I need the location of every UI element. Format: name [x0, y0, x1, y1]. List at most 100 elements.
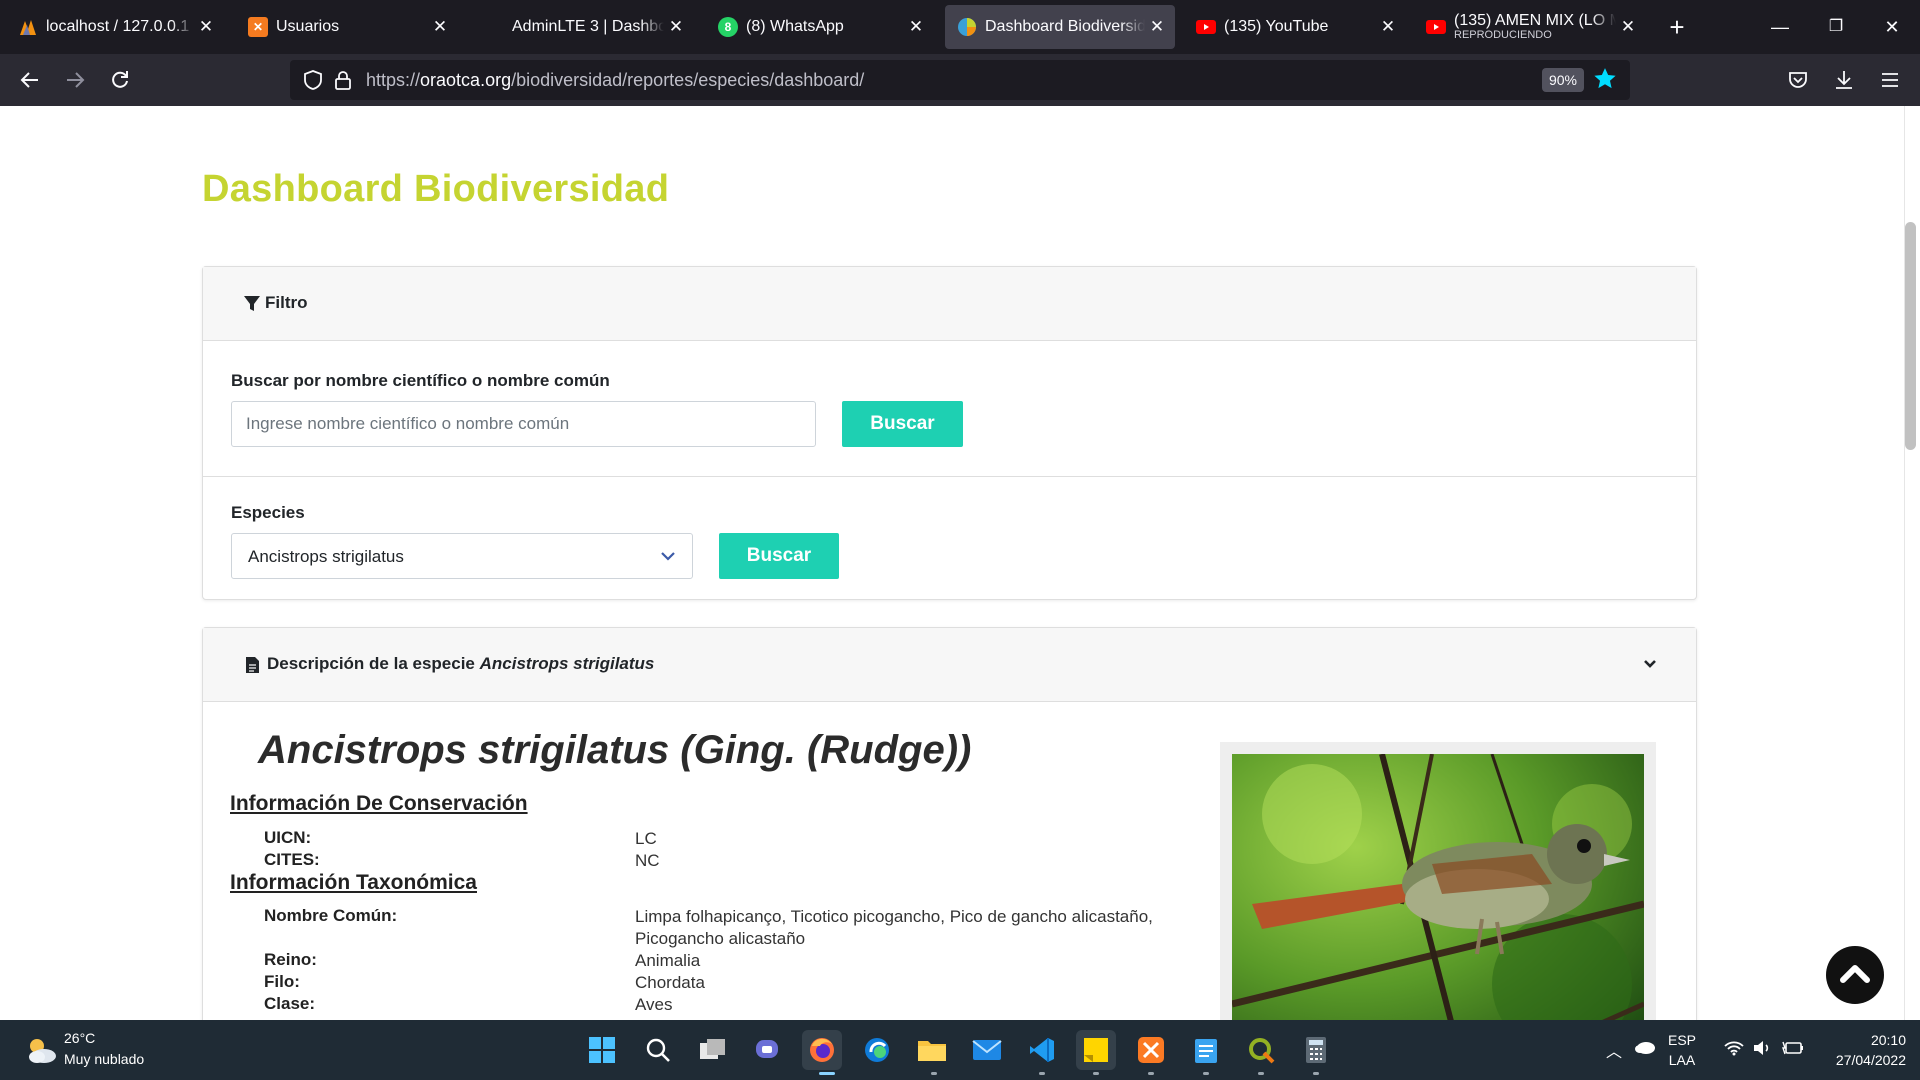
search-label: Buscar por nombre científico o nombre co… [231, 371, 610, 390]
tab-title: Usuarios [276, 18, 340, 35]
page-title: Dashboard Biodiversidad [202, 168, 670, 210]
close-icon[interactable]: ✕ [1376, 17, 1400, 37]
url-scheme: https:// [366, 70, 421, 90]
browser-nav-bar: https://oraotca.org/biodiversidad/report… [0, 54, 1920, 106]
active-indicator [819, 1072, 835, 1075]
calculator-icon[interactable] [1296, 1030, 1336, 1070]
tab-title: Dashboard Biodiversidad [985, 18, 1145, 35]
minimize-icon[interactable]: — [1752, 0, 1808, 54]
filter-icon [243, 295, 261, 313]
restore-icon[interactable]: ❐ [1808, 0, 1864, 54]
battery-charging-icon[interactable] [1782, 1040, 1804, 1059]
taxonomy-value: Chordata [635, 973, 705, 992]
whatsapp-icon: 8 [718, 17, 738, 37]
search-input[interactable]: Ingrese nombre científico o nombre común [231, 401, 816, 447]
pocket-icon[interactable] [1780, 62, 1816, 98]
new-tab-icon[interactable]: + [1660, 10, 1694, 44]
taxonomy-value: Animalia [635, 951, 701, 970]
sticky-notes-icon[interactable] [1076, 1030, 1116, 1070]
close-icon[interactable]: ✕ [1616, 17, 1640, 37]
windows-start-icon[interactable] [582, 1030, 622, 1070]
conservation-value: LC [635, 829, 657, 848]
mail-icon[interactable] [967, 1030, 1007, 1070]
description-header-label: Descripción de la especie Ancistrops str… [267, 654, 654, 674]
tab-youtube[interactable]: (135) YouTube ✕ [1184, 5, 1406, 49]
tracking-protection-shield-icon[interactable] [302, 69, 324, 91]
cloudy-weather-icon[interactable] [24, 1032, 60, 1068]
reload-icon[interactable] [102, 62, 138, 98]
qgis-icon[interactable] [1241, 1030, 1281, 1070]
chevron-down-icon[interactable] [1642, 656, 1658, 677]
weather-description: Muy nublado [64, 1051, 145, 1067]
address-bar[interactable]: https://oraotca.org/biodiversidad/report… [290, 60, 1630, 100]
close-icon[interactable]: ✕ [428, 17, 452, 37]
back-icon[interactable] [12, 62, 48, 98]
tab-dashboard-biodiversidad[interactable]: Dashboard Biodiversidad ✕ [945, 5, 1175, 49]
firefox-icon[interactable] [802, 1030, 842, 1070]
filter-card: Filtro Buscar por nombre científico o no… [202, 266, 1697, 600]
vscode-icon[interactable] [1022, 1030, 1062, 1070]
youtube-icon [1196, 17, 1216, 37]
taxonomy-key: Clase: [264, 994, 316, 1013]
blank-page-icon [484, 17, 504, 37]
scrollbar-thumb[interactable] [1905, 222, 1916, 450]
taxonomy-value: Limpa folhapicanço, Ticotico picogancho,… [635, 907, 1153, 948]
divider [203, 476, 1696, 477]
window-close-icon[interactable]: ✕ [1864, 0, 1920, 54]
running-indicator [1258, 1072, 1264, 1075]
close-icon[interactable]: ✕ [194, 17, 218, 37]
menu-hamburger-icon[interactable] [1872, 62, 1908, 98]
filter-header-label: Filtro [265, 293, 308, 312]
file-explorer-icon[interactable] [912, 1030, 952, 1070]
xampp-icon[interactable] [1131, 1030, 1171, 1070]
tab-usuarios[interactable]: ✕ Usuarios ✕ [236, 5, 458, 49]
species-search-button[interactable]: Buscar [719, 533, 839, 579]
search-icon[interactable] [638, 1030, 678, 1070]
close-icon[interactable]: ✕ [1145, 17, 1169, 37]
tab-title: AdminLTE 3 | Dashboard 2 [512, 18, 664, 35]
species-select[interactable]: Ancistrops strigilatus [231, 533, 693, 579]
tab-playing-label: REPRODUCIENDO [1454, 28, 1552, 41]
page-viewport: Dashboard Biodiversidad Filtro Buscar po… [0, 106, 1904, 1020]
tab-whatsapp[interactable]: 8 (8) WhatsApp ✕ [706, 5, 934, 49]
forward-icon[interactable] [57, 62, 93, 98]
taxonomy-key: Filo: [264, 972, 300, 991]
system-clock[interactable]: 20:10 27/04/2022 [1820, 1030, 1906, 1070]
bookmark-star-icon[interactable] [1592, 66, 1620, 94]
close-icon[interactable]: ✕ [664, 17, 688, 37]
task-view-icon[interactable] [693, 1030, 733, 1070]
filter-card-header: Filtro [203, 267, 1696, 341]
tab-localhost[interactable]: localhost / 127.0.0.1 / inv ✕ [6, 5, 224, 49]
onedrive-cloud-icon[interactable] [1634, 1040, 1656, 1057]
tab-youtube-playing[interactable]: (135) AMEN MIX (LO MEJ REPRODUCIENDO ✕ [1414, 5, 1646, 49]
scroll-to-top-button[interactable] [1826, 946, 1884, 1004]
species-photo [1232, 754, 1644, 1020]
species-select-value: Ancistrops strigilatus [248, 547, 404, 566]
tab-title-group: (135) AMEN MIX (LO MEJ REPRODUCIENDO [1454, 13, 1616, 41]
weather-temperature: 26°C [64, 1030, 96, 1046]
wifi-icon[interactable] [1724, 1040, 1744, 1059]
running-indicator [1148, 1072, 1154, 1075]
close-icon[interactable]: ✕ [904, 17, 928, 37]
downloads-icon[interactable] [1826, 62, 1862, 98]
xampp-icon: ✕ [248, 17, 268, 37]
lock-icon[interactable] [332, 69, 354, 91]
taxonomy-heading: Información Taxonómica [230, 871, 477, 894]
volume-icon[interactable] [1752, 1040, 1772, 1059]
edge-icon[interactable] [857, 1030, 897, 1070]
notepad-icon[interactable] [1186, 1030, 1226, 1070]
zoom-level-badge[interactable]: 90% [1542, 68, 1584, 92]
search-button[interactable]: Buscar [842, 401, 963, 447]
language-indicator[interactable]: ESP LAA [1668, 1030, 1696, 1070]
chevron-up-icon[interactable]: ︿ [1606, 1038, 1622, 1062]
conservation-value: NC [635, 851, 660, 870]
teams-chat-icon[interactable] [748, 1030, 788, 1070]
description-card-header[interactable]: Descripción de la especie Ancistrops str… [203, 628, 1696, 702]
description-header-species: Ancistrops strigilatus [479, 654, 655, 673]
tab-adminlte[interactable]: AdminLTE 3 | Dashboard 2 ✕ [472, 5, 694, 49]
oraotca-logo-icon [957, 17, 977, 37]
species-title: Ancistrops strigilatus (Ging. (Rudge)) [258, 728, 972, 772]
running-indicator [1039, 1072, 1045, 1075]
taxonomy-value: Aves [635, 995, 673, 1014]
conservation-key: UICN: [264, 828, 312, 847]
